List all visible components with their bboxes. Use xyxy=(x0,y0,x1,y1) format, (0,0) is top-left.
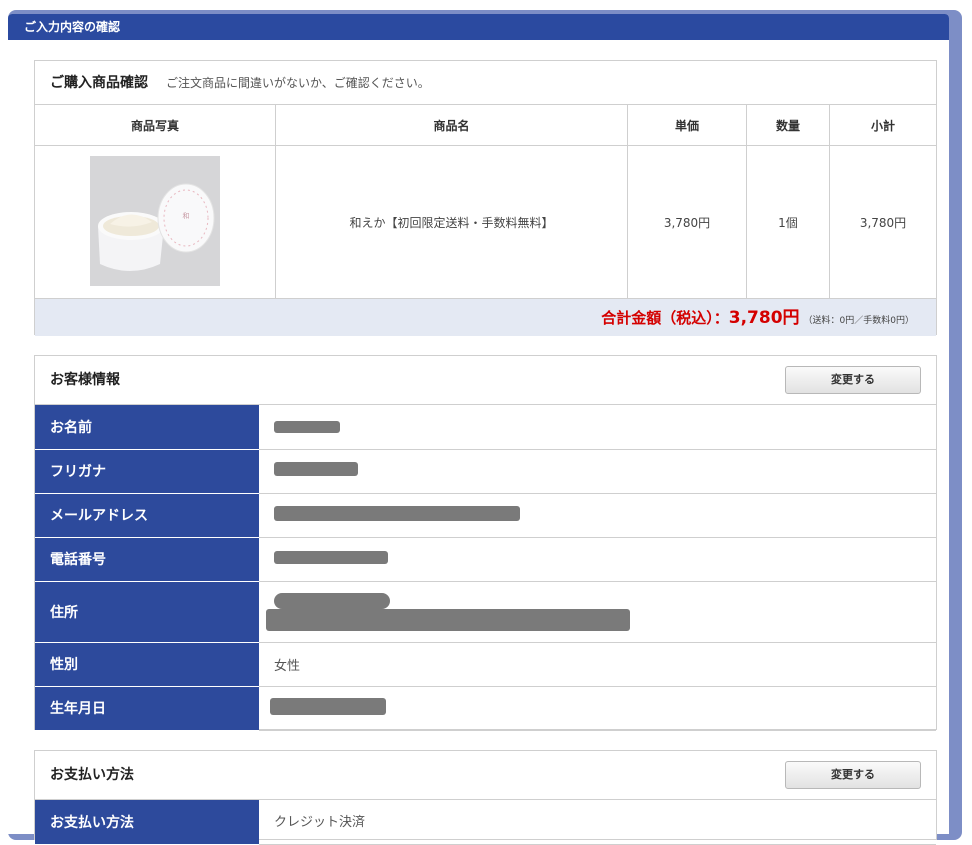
row-value-name xyxy=(259,405,936,450)
customer-title: お客様情報 変更する xyxy=(35,356,936,405)
payment-title: お支払い方法 変更する xyxy=(35,751,936,800)
purchase-section: ご購入商品確認 ご注文商品に間違いがないか、ご確認ください。 商品写真 商品名 単… xyxy=(34,60,937,336)
table-row: お支払い方法 クレジット決済 xyxy=(35,800,936,845)
customer-section: お客様情報 変更する お名前 フリガナ メールアドレス 電話番号 住所 性別 女… xyxy=(34,355,937,731)
redacted-value xyxy=(266,608,630,631)
row-label-name: お名前 xyxy=(35,405,259,450)
table-row: 電話番号 xyxy=(35,537,936,582)
customer-change-button[interactable]: 変更する xyxy=(785,366,921,394)
product-unit-price: 3,780円 xyxy=(627,145,747,298)
total-row: 合計金額（税込）：3,780円 （送料：0円／手数料0円） xyxy=(35,298,936,336)
payment-table: お支払い方法 クレジット決済 xyxy=(35,800,936,845)
row-label-birthdate: 生年月日 xyxy=(35,686,259,731)
product-quantity: 1個 xyxy=(746,145,830,298)
table-row: メールアドレス xyxy=(35,493,936,538)
row-label-address: 住所 xyxy=(35,581,259,643)
svg-text:和: 和 xyxy=(183,211,190,220)
table-row: 住所 xyxy=(35,581,936,643)
product-name: 和えか【初回限定送料・手数料無料】 xyxy=(275,145,628,298)
row-label-gender: 性別 xyxy=(35,642,259,687)
row-value-address xyxy=(259,581,936,643)
product-table-header: 商品写真 商品名 単価 数量 小計 xyxy=(35,105,936,146)
purchase-heading: ご購入商品確認 xyxy=(50,75,148,91)
product-image: 和 xyxy=(90,155,220,286)
col-subtotal: 小計 xyxy=(829,105,936,146)
col-quantity: 数量 xyxy=(746,105,830,146)
col-photo: 商品写真 xyxy=(35,105,276,146)
redacted-value xyxy=(274,420,340,433)
row-label-phone: 電話番号 xyxy=(35,537,259,582)
col-unit-price: 単価 xyxy=(627,105,747,146)
row-label-email: メールアドレス xyxy=(35,493,259,538)
payment-heading: お支払い方法 xyxy=(50,767,134,783)
page-header: ご入力内容の確認 xyxy=(8,14,949,40)
table-row: 生年月日 xyxy=(35,686,936,731)
total-amount: 3,780円 xyxy=(728,308,800,328)
redacted-value xyxy=(274,462,358,476)
row-value-phone xyxy=(259,537,936,582)
redacted-value xyxy=(274,550,388,564)
table-row: 性別 女性 xyxy=(35,642,936,687)
row-value-email xyxy=(259,493,936,538)
row-value-furigana xyxy=(259,449,936,494)
redacted-value xyxy=(274,592,390,609)
product-photo-cell: 和 xyxy=(35,145,276,298)
table-row: 和 和えか【初回限定送料・手数料無料】 3,780円 1個 3,780円 xyxy=(35,145,936,298)
row-value-birthdate xyxy=(259,686,936,731)
product-subtotal: 3,780円 xyxy=(859,215,907,230)
row-label-furigana: フリガナ xyxy=(35,449,259,494)
redacted-value xyxy=(270,697,386,715)
row-value-gender: 女性 xyxy=(259,642,936,687)
row-label-payment: お支払い方法 xyxy=(35,800,259,845)
redacted-value xyxy=(274,505,520,521)
purchase-title: ご購入商品確認 ご注文商品に間違いがないか、ご確認ください。 xyxy=(35,61,936,105)
table-row: お名前 xyxy=(35,405,936,450)
purchase-subtitle: ご注文商品に間違いがないか、ご確認ください。 xyxy=(166,76,430,90)
product-table: 商品写真 商品名 単価 数量 小計 和 和えか【初回限定送料・手数料無料】 3,… xyxy=(35,105,936,298)
payment-change-button[interactable]: 変更する xyxy=(785,761,921,789)
total-note: （送料：0円／手数料0円） xyxy=(803,316,914,326)
row-value-payment: クレジット決済 xyxy=(259,800,936,845)
customer-table: お名前 フリガナ メールアドレス 電話番号 住所 性別 女性 生年月日 xyxy=(35,405,936,731)
total-label: 合計金額（税込）： xyxy=(601,309,729,327)
customer-heading: お客様情報 xyxy=(50,372,120,388)
table-row: フリガナ xyxy=(35,449,936,494)
col-name: 商品名 xyxy=(275,105,628,146)
